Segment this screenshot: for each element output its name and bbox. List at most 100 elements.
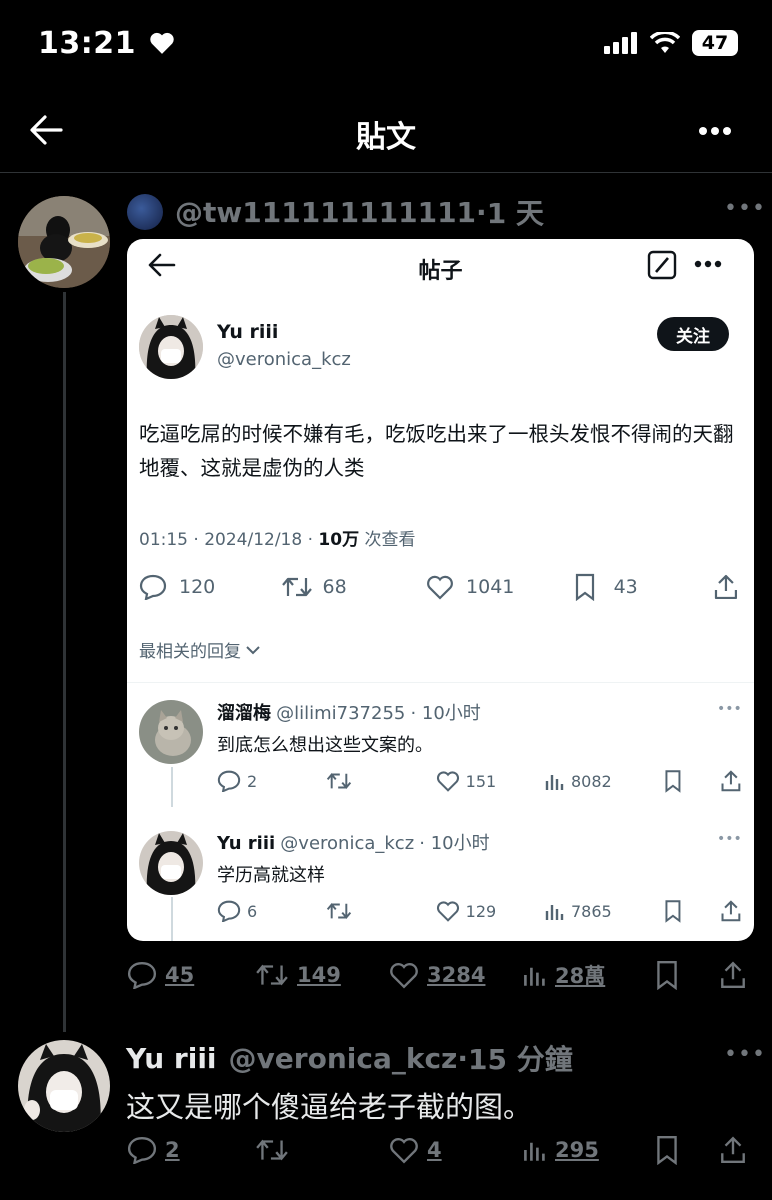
retweet-action: 68: [281, 574, 427, 600]
reply-author-name: Yu riii: [217, 833, 276, 854]
author-handle[interactable]: @veronica_kcz: [229, 1042, 458, 1075]
embedded-actions: 120 68 1041 43: [139, 573, 739, 601]
more-icon[interactable]: [698, 126, 732, 136]
retweet-action: [326, 900, 435, 922]
separator: ·: [476, 195, 487, 229]
bookmark-icon[interactable]: [655, 960, 679, 990]
reply-time: · 10小时: [410, 703, 481, 724]
reply-author-name: 溜溜梅: [217, 703, 271, 724]
reply-header: Yu riii @veronica_kcz · 10小时: [217, 829, 490, 855]
reply-icon: [139, 574, 167, 600]
reply-text: 学历高就这样: [217, 865, 325, 886]
reply-filter: 最相关的回复: [139, 637, 261, 662]
retweet-icon: [327, 772, 352, 790]
avatar[interactable]: [18, 196, 110, 288]
retweet-icon: [256, 964, 288, 986]
reply-thread-line: [171, 897, 173, 941]
more-icon: [694, 260, 722, 268]
retweet-button[interactable]: [255, 1136, 389, 1164]
avatar: [139, 831, 203, 895]
separator: ·: [457, 1041, 468, 1075]
avatar[interactable]: [127, 194, 163, 230]
post-time: 1 天: [486, 197, 544, 230]
avatar: [139, 700, 203, 764]
heart-icon: [150, 32, 174, 54]
header-divider: [0, 172, 772, 173]
author-name: Yu riii: [217, 321, 279, 343]
reply-post-header: Yu riii @veronica_kcz · 15 分鐘: [126, 1038, 573, 1078]
like-button[interactable]: 4: [389, 1136, 523, 1164]
thread-connector: [63, 292, 66, 1032]
avatar[interactable]: [18, 1040, 110, 1132]
status-time: 13:21: [38, 26, 175, 61]
views-action: 7865: [545, 901, 664, 921]
reply-button[interactable]: 45: [127, 961, 255, 989]
views-button[interactable]: 28萬: [523, 960, 655, 990]
quote-post-header: @tw111111111111 · 1 天: [127, 192, 544, 232]
author-name[interactable]: Yu riii: [126, 1042, 217, 1075]
reply-header: 溜溜梅 @lilimi737255 · 10小时: [217, 699, 481, 725]
like-icon: [390, 1138, 418, 1164]
views-button[interactable]: 295: [523, 1137, 655, 1163]
share-icon: [721, 900, 741, 922]
edit-icon: [647, 250, 677, 280]
bookmark-action: 43: [574, 573, 714, 601]
bookmark-icon: [665, 770, 681, 793]
share-icon[interactable]: [719, 960, 747, 990]
more-icon: •••: [717, 701, 742, 717]
more-icon: •••: [717, 831, 742, 847]
share-icon: [721, 770, 741, 792]
more-icon[interactable]: •••: [724, 1042, 766, 1067]
follow-button: 关注: [657, 317, 729, 351]
reply-post-actions: 2 4 295: [127, 1135, 752, 1165]
reply-icon: [217, 770, 241, 792]
wifi-icon: [650, 32, 680, 53]
views-icon: [545, 905, 564, 920]
like-action: 1041: [426, 574, 574, 600]
bookmark-icon[interactable]: [655, 1135, 679, 1165]
page-title: 貼文: [356, 120, 416, 155]
retweet-icon: [256, 1139, 288, 1161]
like-action: 151: [436, 770, 545, 792]
chevron-down-icon: [246, 645, 260, 654]
reply-actions: 2 151 8082: [217, 769, 742, 793]
reply-action: 2: [217, 770, 326, 792]
replies-divider: [127, 682, 754, 683]
views-icon: [524, 1142, 545, 1161]
author-handle[interactable]: @tw111111111111: [175, 196, 476, 229]
like-button[interactable]: 3284: [389, 961, 523, 989]
author-handle: @veronica_kcz: [217, 349, 351, 370]
like-icon: [390, 963, 418, 989]
reply-author-handle: @veronica_kcz: [280, 833, 415, 854]
like-icon: [427, 575, 453, 600]
reply-icon: [217, 900, 241, 922]
like-action: 129: [436, 900, 545, 922]
reply-time: · 10小时: [419, 833, 490, 854]
post-text: 这又是哪个傻逼给老子截的图。: [126, 1090, 533, 1124]
post-meta: 01:15 · 2024/12/18 · 10万 次查看: [139, 530, 416, 550]
retweet-icon: [327, 902, 352, 920]
post-time: 15 分鐘: [468, 1043, 573, 1076]
reply-action: 120: [139, 574, 281, 600]
views-icon: [524, 967, 545, 986]
bookmark-icon: [665, 900, 681, 923]
bookmark-icon: [575, 573, 594, 601]
battery-indicator: 47: [692, 30, 738, 56]
more-icon[interactable]: •••: [724, 196, 766, 221]
retweet-icon: [281, 577, 312, 597]
views-icon: [545, 775, 564, 790]
share-icon[interactable]: [719, 1135, 747, 1165]
post-text: 吃逼吃屌的时候不嫌有毛，吃饭吃出来了一根头发恨不得闹的天翻地覆、这就是虚伪的人类: [139, 422, 734, 480]
embedded-screenshot[interactable]: 帖子 Yu riii @veronica_kcz 关注 吃逼吃屌的时候不嫌有毛，…: [127, 239, 754, 941]
like-icon: [436, 901, 459, 922]
quote-post-actions: 45 149 3284 28萬: [127, 960, 752, 990]
reply-text: 到底怎么想出这些文案的。: [217, 735, 433, 756]
signal-icon: [604, 32, 637, 54]
reply-author-handle: @lilimi737255: [276, 703, 406, 724]
retweet-button[interactable]: 149: [255, 961, 389, 989]
share-icon: [714, 574, 738, 600]
reply-thread-line: [171, 767, 173, 807]
retweet-action: [326, 770, 435, 792]
reply-icon: [127, 1137, 157, 1164]
reply-button[interactable]: 2: [127, 1136, 255, 1164]
